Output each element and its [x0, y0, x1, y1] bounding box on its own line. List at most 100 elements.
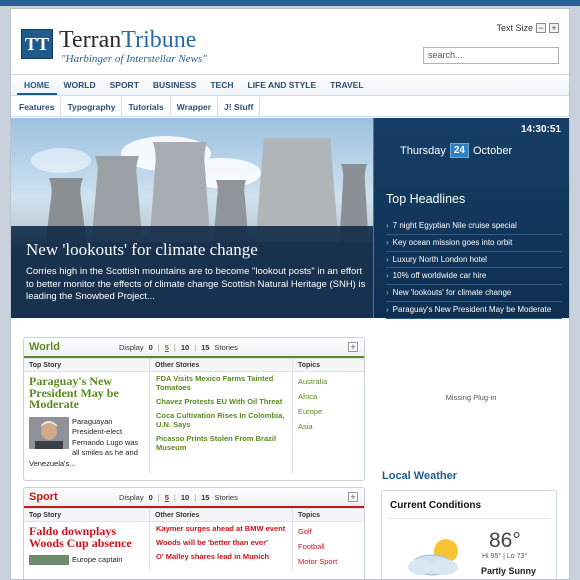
person-photo-icon [29, 416, 69, 449]
expand-icon[interactable]: + [348, 492, 358, 502]
col-header-topics: Topics [298, 362, 321, 369]
column-headers: Top Story Other Stories Topics [24, 508, 364, 522]
sport-panel-header: Sport Display 0 | 5 | 10 | 15 Stories + [24, 488, 364, 508]
headline-link[interactable]: Key ocean mission goes into orbit [386, 235, 562, 252]
separator: | [173, 342, 176, 352]
top-story: Paraguay's New President May be Moderate… [24, 372, 150, 473]
text-size-label: Text Size [496, 23, 533, 33]
main-nav: HOME WORLD SPORT BUSINESS TECH LIFE AND … [11, 74, 569, 96]
world-panel-header: World Display 0 | 5 | 10 | 15 Stories + [24, 338, 364, 358]
topic-link[interactable]: Motor Sport [298, 554, 359, 569]
top-headlines-title: Top Headlines [386, 192, 466, 206]
subnav-item-wrapper[interactable]: Wrapper [171, 97, 219, 116]
other-story-link[interactable]: Coca Cultivation Rises In Colombia, U.N.… [156, 411, 286, 429]
separator: | [157, 492, 160, 502]
story-thumbnail[interactable] [29, 555, 69, 565]
text-size-decrease-button[interactable]: − [536, 23, 546, 33]
subnav-item-features[interactable]: Features [13, 97, 62, 116]
display-option[interactable]: 15 [201, 343, 209, 352]
nav-item-life-and-style[interactable]: LIFE AND STYLE [241, 75, 324, 95]
text-size-increase-button[interactable]: + [549, 23, 559, 33]
hero-feature[interactable]: New 'lookouts' for climate change Corrie… [11, 118, 373, 318]
headline-link[interactable]: New 'lookouts' for climate change [386, 285, 562, 302]
topic-link[interactable]: Africa [298, 389, 359, 404]
subnav-item-typography[interactable]: Typography [61, 97, 123, 116]
brand-part-2: Tribune [121, 27, 197, 53]
separator: | [194, 342, 197, 352]
top-story-text: Europe captain [72, 555, 123, 564]
subnav-item-tutorials[interactable]: Tutorials [122, 97, 171, 116]
display-count-control: Display 0 | 5 | 10 | 15 Stories [119, 493, 238, 502]
display-option[interactable]: 0 [149, 493, 153, 502]
tagline: "Harbinger of Interstellar News" [61, 53, 207, 65]
headline-link[interactable]: 10% off worldwide car hire [386, 268, 562, 286]
expand-icon[interactable]: + [348, 342, 358, 352]
nav-item-home[interactable]: HOME [17, 75, 57, 95]
display-option[interactable]: 0 [149, 343, 153, 352]
headline-link[interactable]: Paraguay's New President May be Moderate [386, 302, 562, 319]
topic-link[interactable]: Golf [298, 524, 359, 539]
col-header-other-stories: Other Stories [150, 359, 293, 371]
top-story-title[interactable]: Paraguay's New President May be Moderate [29, 375, 144, 411]
other-stories: Kaymer surges ahead at BMW event Woods w… [150, 522, 293, 571]
topic-link[interactable]: Australia [298, 374, 359, 389]
display-option[interactable]: 10 [181, 493, 189, 502]
date-month: October [472, 144, 513, 157]
headline-link[interactable]: Luxury North London hotel [386, 252, 562, 269]
current-conditions-title: Current Conditions [390, 500, 482, 511]
nav-item-tech[interactable]: TECH [203, 75, 240, 95]
display-suffix: Stories [214, 492, 238, 502]
missing-plugin-placeholder[interactable]: Missing Plug-in [381, 393, 561, 402]
temperature: 86° [489, 529, 521, 552]
nav-item-sport[interactable]: SPORT [103, 75, 146, 95]
site-logo[interactable]: TerranTribune [59, 27, 196, 53]
headline-link[interactable]: 7 night Egyptian Nile cruise special [386, 218, 562, 235]
display-option[interactable]: 10 [181, 343, 189, 352]
subnav-item-j-stuff[interactable]: J! Stuff [218, 97, 261, 116]
top-story-body: Europe captain [29, 555, 144, 566]
nav-item-business[interactable]: BUSINESS [146, 75, 203, 95]
display-option-selected[interactable]: 5 [165, 493, 169, 502]
story-thumbnail[interactable] [29, 416, 69, 449]
search-input[interactable]: search... [423, 47, 559, 64]
column-headers: Top Story Other Stories Topics [24, 358, 364, 372]
topic-link[interactable]: Asia [298, 419, 359, 434]
top-story: Faldo downplays Woods Cup absence Europe… [24, 522, 150, 571]
col-header-other-stories: Other Stories [150, 509, 293, 521]
other-story-link[interactable]: O' Malley shares lead in Munich [156, 552, 286, 561]
sport-columns: Faldo downplays Woods Cup absence Europe… [24, 522, 364, 571]
display-label: Display [119, 492, 144, 502]
other-story-link[interactable]: FDA Visits Mexico Farms Tainted Tomatoes [156, 374, 286, 392]
world-panel-title[interactable]: World [29, 341, 119, 353]
local-weather-title: Local Weather [382, 470, 457, 482]
display-count-control: Display 0 | 5 | 10 | 15 Stories [119, 343, 238, 352]
display-label: Display [119, 342, 144, 352]
separator: | [173, 492, 176, 502]
top-story-title[interactable]: Faldo downplays Woods Cup absence [29, 525, 144, 549]
topic-link[interactable]: Football [298, 539, 359, 554]
sub-nav: Features Typography Tutorials Wrapper J!… [11, 97, 569, 117]
nav-item-world[interactable]: WORLD [57, 75, 103, 95]
top-accent-bar [0, 0, 580, 6]
date-display: Thursday 24 October [400, 143, 512, 158]
sport-panel-title[interactable]: Sport [29, 491, 119, 503]
other-story-link[interactable]: Chavez Protests EU With Oil Threat [156, 397, 286, 406]
col-header-topics: Topics [298, 512, 321, 519]
text-size-control: Text Size − + [496, 23, 559, 33]
hero-title[interactable]: New 'lookouts' for climate change [26, 240, 258, 260]
nav-item-travel[interactable]: TRAVEL [323, 75, 370, 95]
display-option[interactable]: 15 [201, 493, 209, 502]
other-story-link[interactable]: Woods will be 'better than ever' [156, 538, 286, 547]
other-story-link[interactable]: Picasso Prints Stolen From Brazil Museum [156, 434, 286, 452]
other-story-link[interactable]: Kaymer surges ahead at BMW event [156, 524, 286, 533]
clock: 14:30:51 [520, 124, 561, 135]
other-stories: FDA Visits Mexico Farms Tainted Tomatoes… [150, 372, 293, 473]
date-number-badge: 24 [449, 143, 469, 158]
topic-link[interactable]: Europe [298, 404, 359, 419]
display-option-selected[interactable]: 5 [165, 343, 169, 352]
col-header-top-story: Top Story [24, 509, 150, 521]
page: TT TerranTribune "Harbinger of Interstel… [10, 8, 570, 580]
logo-mark[interactable]: TT [21, 29, 53, 59]
topics: Australia Africa Europe Asia [293, 372, 364, 473]
col-header-top-story: Top Story [24, 359, 150, 371]
